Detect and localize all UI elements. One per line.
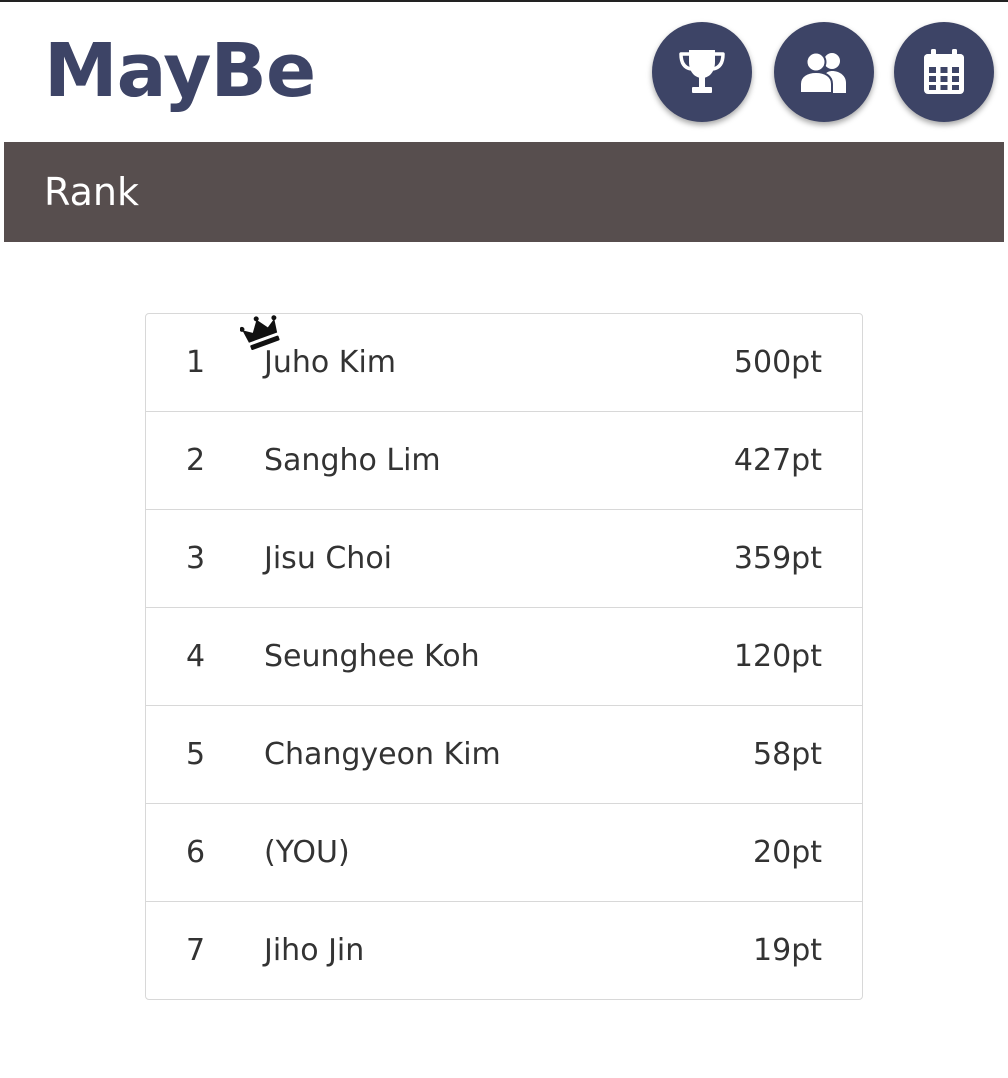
table-row: 3 Jisu Choi 359pt — [146, 510, 862, 608]
table-row: 4 Seunghee Koh 120pt — [146, 608, 862, 706]
player-points: 359pt — [733, 541, 822, 576]
player-points: 58pt — [753, 737, 822, 772]
calendar-icon — [922, 48, 966, 96]
people-icon — [798, 49, 850, 95]
player-name: (YOU) — [264, 835, 350, 870]
player-points: 20pt — [753, 835, 822, 870]
page-title: Rank — [44, 170, 139, 214]
rank-number: 2 — [186, 443, 206, 478]
table-row: 7 Jiho Jin 19pt — [146, 902, 862, 999]
player-points: 427pt — [733, 443, 822, 478]
friends-nav-button[interactable] — [774, 22, 874, 122]
calendar-nav-button[interactable] — [894, 22, 994, 122]
player-name: Changyeon Kim — [264, 737, 501, 772]
ranking-nav-button[interactable] — [652, 22, 752, 122]
player-name: Sangho Lim — [264, 443, 441, 478]
rank-table: 1 Juho Kim 500pt 2 Sangho Lim 427pt 3 Ji… — [145, 313, 863, 1000]
player-name: Seunghee Koh — [264, 639, 480, 674]
page-title-bar: Rank — [4, 142, 1004, 242]
table-row: 1 Juho Kim 500pt — [146, 314, 862, 412]
rank-number: 5 — [186, 737, 206, 772]
player-name: Juho Kim — [264, 345, 396, 380]
player-name: Jisu Choi — [264, 541, 393, 576]
player-points: 19pt — [753, 933, 822, 968]
rank-number: 7 — [186, 933, 206, 968]
player-points: 120pt — [733, 639, 822, 674]
rank-number: 3 — [186, 541, 206, 576]
player-points: 500pt — [733, 345, 822, 380]
rank-number: 4 — [186, 639, 206, 674]
trophy-icon — [677, 46, 727, 98]
rank-number: 6 — [186, 835, 206, 870]
app-logo[interactable]: MayBe — [44, 26, 316, 116]
table-row: 5 Changyeon Kim 58pt — [146, 706, 862, 804]
player-name: Jiho Jin — [264, 933, 365, 968]
table-row: 2 Sangho Lim 427pt — [146, 412, 862, 510]
app-header: MayBe — [0, 2, 1008, 142]
rank-number: 1 — [186, 345, 206, 380]
table-row: 6 (YOU) 20pt — [146, 804, 862, 902]
